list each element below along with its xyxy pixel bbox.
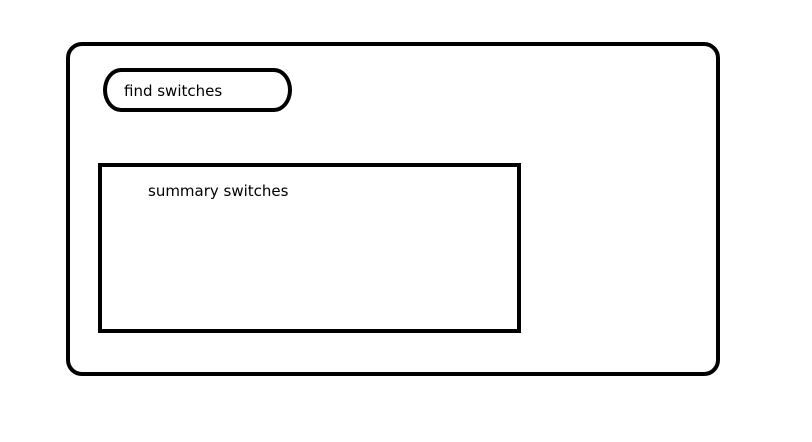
- summary-switches-title: summary switches: [148, 182, 289, 200]
- find-switches-label: find switches: [124, 82, 223, 100]
- find-switches-button[interactable]: find switches: [103, 68, 292, 112]
- summary-switches-panel: summary switches: [98, 163, 521, 333]
- sketch-canvas: find switches summary switches: [0, 0, 812, 442]
